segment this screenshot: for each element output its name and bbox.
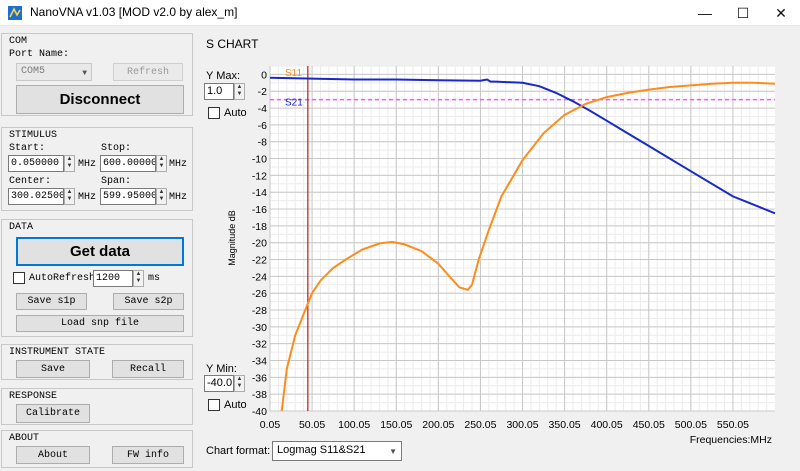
port-name-select[interactable]: COM5 ▼ — [16, 63, 92, 81]
ymax-spinner[interactable]: ▲ ▼ — [234, 83, 245, 100]
stop-unit: MHz — [169, 159, 188, 170]
response-group: RESPONSE Calibrate — [1, 388, 193, 425]
window-title: NanoVNA v1.03 [MOD v2.0 by alex_m] — [30, 5, 238, 19]
state-save-button[interactable]: Save — [16, 360, 90, 378]
auto-top-checkbox[interactable] — [208, 107, 220, 119]
chart-format-select[interactable]: Logmag S11&S21 ▼ — [272, 441, 402, 461]
refresh-button[interactable]: Refresh — [113, 63, 183, 81]
instrument-state-group: INSTRUMENT STATE Save Recall — [1, 344, 193, 380]
about-group: ABOUT About FW info — [1, 430, 193, 468]
chevron-down-icon: ▼ — [82, 69, 87, 78]
stimulus-group: STIMULUS Start: 0.050000 ▲ ▼ MHz Stop: 60… — [1, 127, 193, 211]
ymin-spinner[interactable]: ▲ ▼ — [234, 375, 245, 392]
maximize-button[interactable]: ☐ — [724, 0, 762, 26]
autorefresh-checkbox[interactable] — [13, 272, 25, 284]
load-snp-button[interactable]: Load snp file — [16, 315, 184, 332]
ymin-input[interactable]: -40.0 — [204, 375, 234, 392]
center-input[interactable]: 300.025000 — [8, 188, 64, 205]
calibrate-button[interactable]: Calibrate — [16, 404, 90, 423]
data-group: DATA Get data AutoRefresh 1200 ▲ ▼ ms Sav… — [1, 219, 193, 337]
close-button[interactable]: ✕ — [762, 0, 800, 26]
get-data-button[interactable]: Get data — [16, 237, 184, 266]
save-s1p-button[interactable]: Save s1p — [16, 293, 87, 310]
response-group-title: RESPONSE — [9, 391, 58, 402]
start-input[interactable]: 0.050000 — [8, 155, 64, 172]
interval-spinner[interactable]: ▲ ▼ — [133, 270, 144, 287]
ymax-input[interactable]: 1.0 — [204, 83, 234, 100]
fw-info-button[interactable]: FW info — [112, 446, 184, 464]
span-input[interactable]: 599.950000 — [100, 188, 156, 205]
chevron-down-icon: ▼ — [389, 447, 397, 456]
minimize-button[interactable]: — — [686, 0, 724, 26]
disconnect-button[interactable]: Disconnect — [16, 85, 184, 114]
port-name-value: COM5 — [21, 66, 46, 77]
com-group: COM Port Name: COM5 ▼ Refresh Disconnect — [1, 33, 193, 116]
s-chart-title: S CHART — [206, 37, 259, 51]
about-button[interactable]: About — [16, 446, 90, 464]
center-spinner[interactable]: ▲ ▼ — [64, 188, 75, 205]
s-chart-group: S CHART Y Max: 1.0 ▲ ▼ Auto Y Min: -40.0 … — [198, 34, 800, 471]
center-unit: MHz — [78, 192, 97, 203]
interval-input[interactable]: 1200 — [93, 270, 133, 287]
span-unit: MHz — [169, 192, 188, 203]
title-bar: NanoVNA v1.03 [MOD v2.0 by alex_m] — ☐ ✕ — [0, 0, 800, 26]
ymin-label: Y Min: — [206, 363, 237, 375]
ymax-label: Y Max: — [206, 70, 241, 82]
auto-bottom-checkbox[interactable] — [208, 399, 220, 411]
span-spinner[interactable]: ▲ ▼ — [156, 188, 167, 205]
stop-spinner[interactable]: ▲ ▼ — [156, 155, 167, 172]
center-label: Center: — [9, 176, 52, 187]
chart-format-value: Logmag S11&S21 — [277, 444, 366, 456]
auto-top-label: Auto — [224, 107, 247, 119]
stimulus-group-title: STIMULUS — [9, 130, 58, 141]
auto-bottom-label: Auto — [224, 399, 247, 411]
stop-label: Stop: — [101, 143, 132, 154]
instrument-state-title: INSTRUMENT STATE — [9, 347, 106, 358]
com-group-title: COM — [9, 36, 28, 47]
save-s2p-button[interactable]: Save s2p — [113, 293, 184, 310]
autorefresh-label: AutoRefresh — [29, 273, 96, 284]
start-label: Start: — [9, 143, 46, 154]
state-recall-button[interactable]: Recall — [112, 360, 184, 378]
start-unit: MHz — [78, 159, 97, 170]
port-name-label: Port Name: — [9, 49, 70, 60]
start-spinner[interactable]: ▲ ▼ — [64, 155, 75, 172]
span-label: Span: — [101, 176, 132, 187]
chart-format-label: Chart format: — [206, 445, 271, 457]
about-group-title: ABOUT — [9, 433, 40, 444]
app-icon — [8, 6, 22, 20]
data-group-title: DATA — [9, 222, 34, 233]
interval-unit: ms — [148, 273, 161, 284]
stop-input[interactable]: 600.000000 — [100, 155, 156, 172]
